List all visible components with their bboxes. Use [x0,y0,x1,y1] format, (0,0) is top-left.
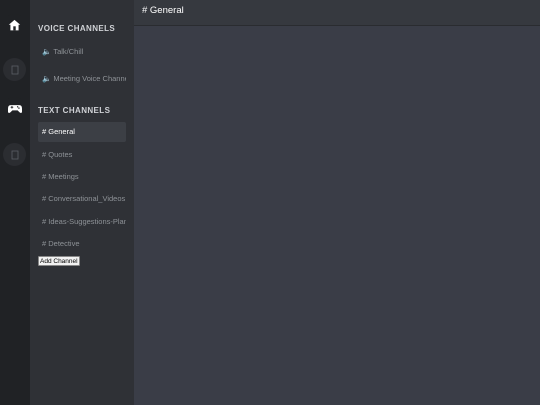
home-icon [8,19,21,32]
server-button-2[interactable] [3,58,26,81]
speaker-icon: 🔈 [42,74,52,83]
chat-area[interactable] [134,26,540,405]
text-channel-detective[interactable]: # Detective [38,234,126,254]
channel-label: Meeting Voice Channel [53,74,126,83]
add-channel-button[interactable]: Add Channel [38,256,80,266]
channel-title: # General [142,5,184,16]
voice-channel-talk-chill[interactable]: 🔈 Talk/Chill [38,42,126,62]
channel-label: Talk/Chill [53,47,84,56]
server-button-4[interactable] [3,143,26,166]
placeholder-icon [11,65,19,75]
channel-sidebar: VOICE CHANNELS 🔈 Talk/Chill 🔈 Meeting Voic… [30,0,134,405]
text-channels-heading: TEXT CHANNELS [38,106,111,115]
speaker-icon: 🔈 [42,47,52,56]
text-channel-meetings[interactable]: # Meetings [38,167,126,187]
text-channel-conversational-videos[interactable]: # Conversational_Videos [38,189,126,209]
game-server-button[interactable] [3,97,26,120]
home-server-button[interactable] [3,14,26,37]
server-sidebar [0,0,30,405]
voice-channel-meeting[interactable]: 🔈 Meeting Voice Channel [38,69,126,89]
text-channel-general[interactable]: # General [38,122,126,142]
text-channel-quotes[interactable]: # Quotes [38,145,126,165]
gamepad-icon [7,104,22,114]
placeholder-icon [11,150,19,160]
text-channel-ideas-suggestions-plans[interactable]: # Ideas-Suggestions-Plans [38,212,126,232]
voice-channels-heading: VOICE CHANNELS [38,24,116,33]
channel-header: # General [134,0,540,26]
